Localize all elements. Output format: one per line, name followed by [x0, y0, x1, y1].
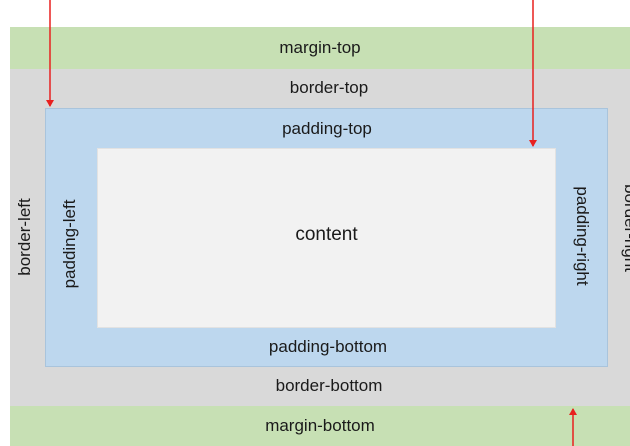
margin-bottom-label: margin-bottom	[265, 416, 375, 435]
border-right-label: border-right	[621, 184, 630, 272]
padding-left-label: padding-left	[60, 199, 79, 289]
border-top-label: border-top	[289, 78, 369, 97]
padding-right-label: padding-right	[573, 186, 592, 286]
margin-bottom-band: margin-bottom	[10, 406, 630, 446]
padding-top-label: padding-top	[282, 119, 372, 138]
margin-top-label: margin-top	[279, 38, 361, 57]
margin-top-band: margin-top	[10, 27, 630, 69]
border-bottom-label: border-bottom	[275, 376, 383, 395]
padding-bottom-label: padding-bottom	[268, 337, 388, 356]
content-label: content	[295, 224, 358, 245]
content-box: content	[97, 148, 556, 328]
border-left-label: border-left	[15, 198, 34, 276]
